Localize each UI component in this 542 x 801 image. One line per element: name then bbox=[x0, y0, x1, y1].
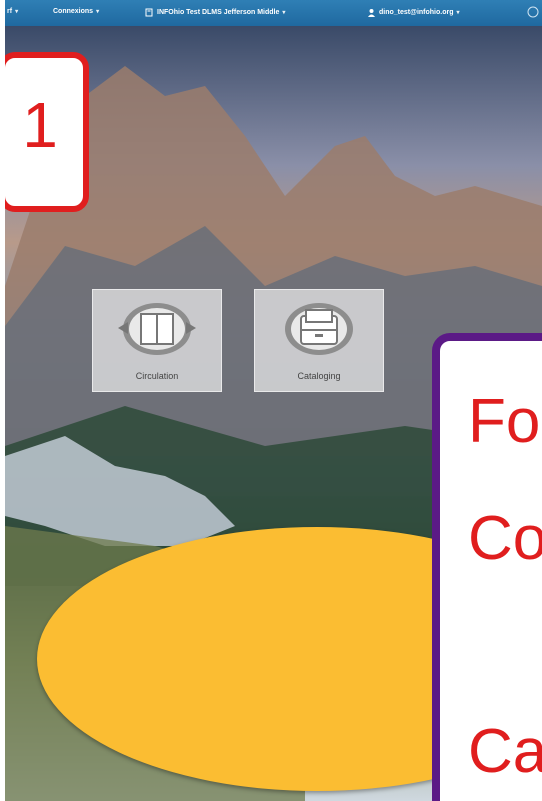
caret-down-icon: ▾ bbox=[96, 9, 100, 15]
cataloging-icon bbox=[285, 303, 353, 355]
step-number: 1 bbox=[22, 89, 58, 161]
user-email: dino_test@infohio.org bbox=[379, 9, 454, 16]
location-menu[interactable]: INFOhio Test DLMS Jefferson Middle ▾ bbox=[145, 8, 285, 17]
instruction-callout: Fo Co Ca bbox=[432, 333, 542, 801]
circulation-tile[interactable]: Circulation bbox=[92, 289, 222, 392]
app-frame: rf ▾ Connexions ▾ INFOhio Test DLMS Jeff… bbox=[5, 0, 542, 801]
cataloging-tile[interactable]: Cataloging bbox=[254, 289, 384, 392]
callout-line-3: Ca bbox=[468, 717, 542, 786]
nav-menu-fragment[interactable]: rf ▾ bbox=[7, 8, 18, 15]
connections-menu[interactable]: Connexions ▾ bbox=[53, 8, 99, 15]
callout-line-2: Co bbox=[468, 504, 542, 573]
user-menu[interactable]: dino_test@infohio.org ▾ bbox=[367, 8, 460, 17]
location-label: INFOhio Test DLMS Jefferson Middle bbox=[157, 9, 280, 16]
clear-icon bbox=[527, 6, 539, 18]
caret-down-icon: ▾ bbox=[282, 10, 286, 16]
nav-menu-fragment-label: rf bbox=[7, 8, 13, 15]
step-number-badge: 1 bbox=[5, 52, 89, 212]
cataloging-label: Cataloging bbox=[297, 371, 341, 381]
location-icon bbox=[145, 8, 153, 17]
user-icon bbox=[368, 9, 375, 17]
clear-button[interactable] bbox=[527, 6, 539, 18]
circulation-icon bbox=[118, 303, 196, 355]
callout-line-1: Fo bbox=[468, 387, 541, 456]
circulation-label: Circulation bbox=[135, 371, 179, 381]
caret-down-icon: ▾ bbox=[456, 10, 460, 16]
caret-down-icon: ▾ bbox=[15, 9, 19, 15]
connections-label: Connexions bbox=[53, 8, 94, 15]
top-navigation-bar: rf ▾ Connexions ▾ INFOhio Test DLMS Jeff… bbox=[5, 0, 542, 26]
